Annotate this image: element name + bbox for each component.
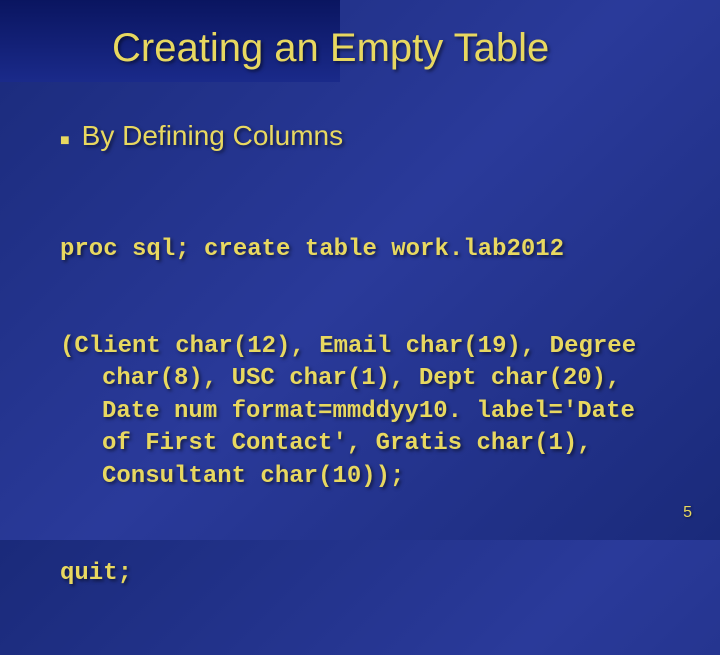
page-number: 5: [683, 504, 692, 522]
content-area: ■ By Defining Columns proc sql; create t…: [60, 120, 660, 655]
code-line: proc sql; create table work.lab2012: [60, 234, 660, 266]
code-block: proc sql; create table work.lab2012 (Cli…: [60, 169, 660, 655]
code-line: quit;: [60, 558, 660, 590]
bullet-square-icon: ■: [60, 125, 70, 157]
bullet-label: By Defining Columns: [82, 120, 343, 152]
slide-title: Creating an Empty Table: [112, 26, 549, 71]
code-line: (Client char(12), Email char(19), Degree…: [60, 331, 660, 493]
bullet-item: ■ By Defining Columns: [60, 120, 660, 157]
